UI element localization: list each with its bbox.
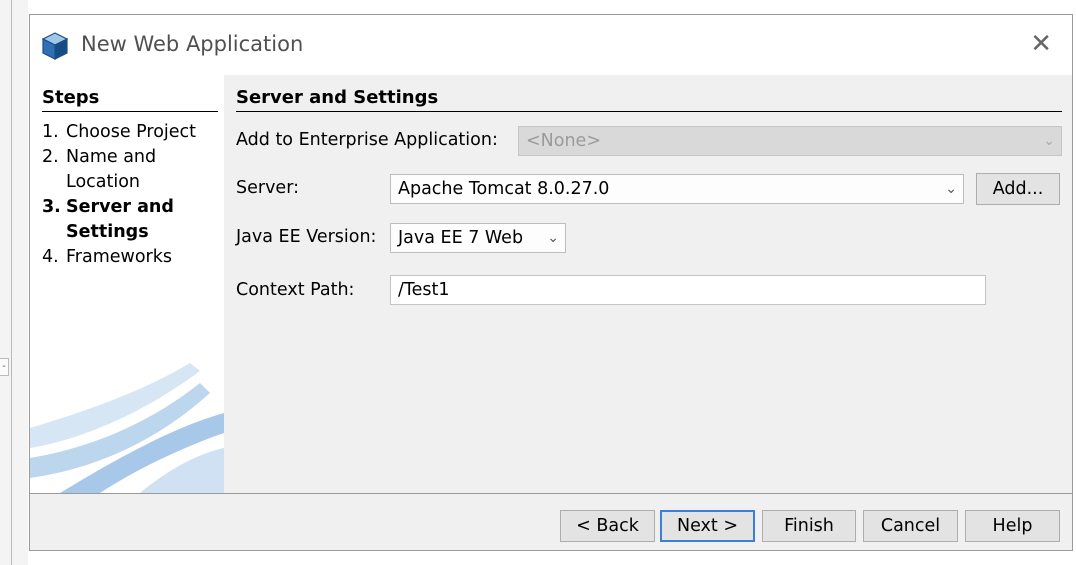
button-bar: < Back Next > Finish Cancel Help: [30, 493, 1072, 550]
server-settings-panel: Server and Settings Add to Enterprise Ap…: [224, 75, 1072, 493]
chevron-down-icon: ⌄: [547, 230, 559, 246]
netbeans-cube-icon: [41, 32, 69, 60]
new-web-application-dialog: New Web Application ✕ Steps 1. Choose Pr…: [29, 14, 1073, 551]
close-icon[interactable]: ✕: [1030, 29, 1052, 59]
background-window-edge: [0, 0, 28, 565]
background-collapse-handle[interactable]: -: [0, 358, 9, 376]
back-button[interactable]: < Back: [560, 510, 655, 542]
step-name-and-location: 2. Name and Location: [42, 147, 157, 192]
dialog-title: New Web Application: [81, 32, 304, 56]
step-choose-project: 1. Choose Project: [42, 122, 197, 142]
cancel-button[interactable]: Cancel: [863, 510, 958, 542]
step-frameworks: 4. Frameworks: [42, 247, 172, 267]
context-path-label: Context Path:: [236, 280, 355, 300]
server-label: Server:: [236, 178, 299, 198]
help-button[interactable]: Help: [965, 510, 1060, 542]
title-bar: New Web Application ✕: [30, 15, 1072, 75]
java-ee-version-select[interactable]: Java EE 7 Web ⌄: [390, 223, 566, 253]
netbeans-swoosh-graphic: [30, 363, 224, 493]
server-select[interactable]: Apache Tomcat 8.0.27.0 ⌄: [390, 174, 964, 204]
steps-divider: [42, 111, 218, 112]
finish-button[interactable]: Finish: [762, 510, 856, 542]
section-heading: Server and Settings: [236, 87, 439, 108]
step-server-and-settings: 3. Server and Settings: [42, 197, 174, 242]
context-path-field[interactable]: /Test1: [390, 275, 986, 305]
enterprise-app-select[interactable]: <None> ⌄: [518, 126, 1062, 156]
steps-list: 1. Choose Project 2. Name and Location 3…: [42, 120, 216, 270]
steps-heading: Steps: [42, 87, 100, 108]
steps-panel: Steps 1. Choose Project 2. Name and Loca…: [30, 75, 224, 493]
section-divider: [236, 111, 1062, 112]
java-ee-version-label: Java EE Version:: [236, 227, 377, 247]
chevron-down-icon: ⌄: [945, 181, 957, 197]
background-divider: [11, 0, 12, 565]
enterprise-app-label: Add to Enterprise Application:: [236, 130, 498, 150]
next-button[interactable]: Next >: [660, 510, 755, 542]
chevron-down-icon: ⌄: [1043, 133, 1055, 149]
add-server-button[interactable]: Add...: [976, 173, 1060, 205]
